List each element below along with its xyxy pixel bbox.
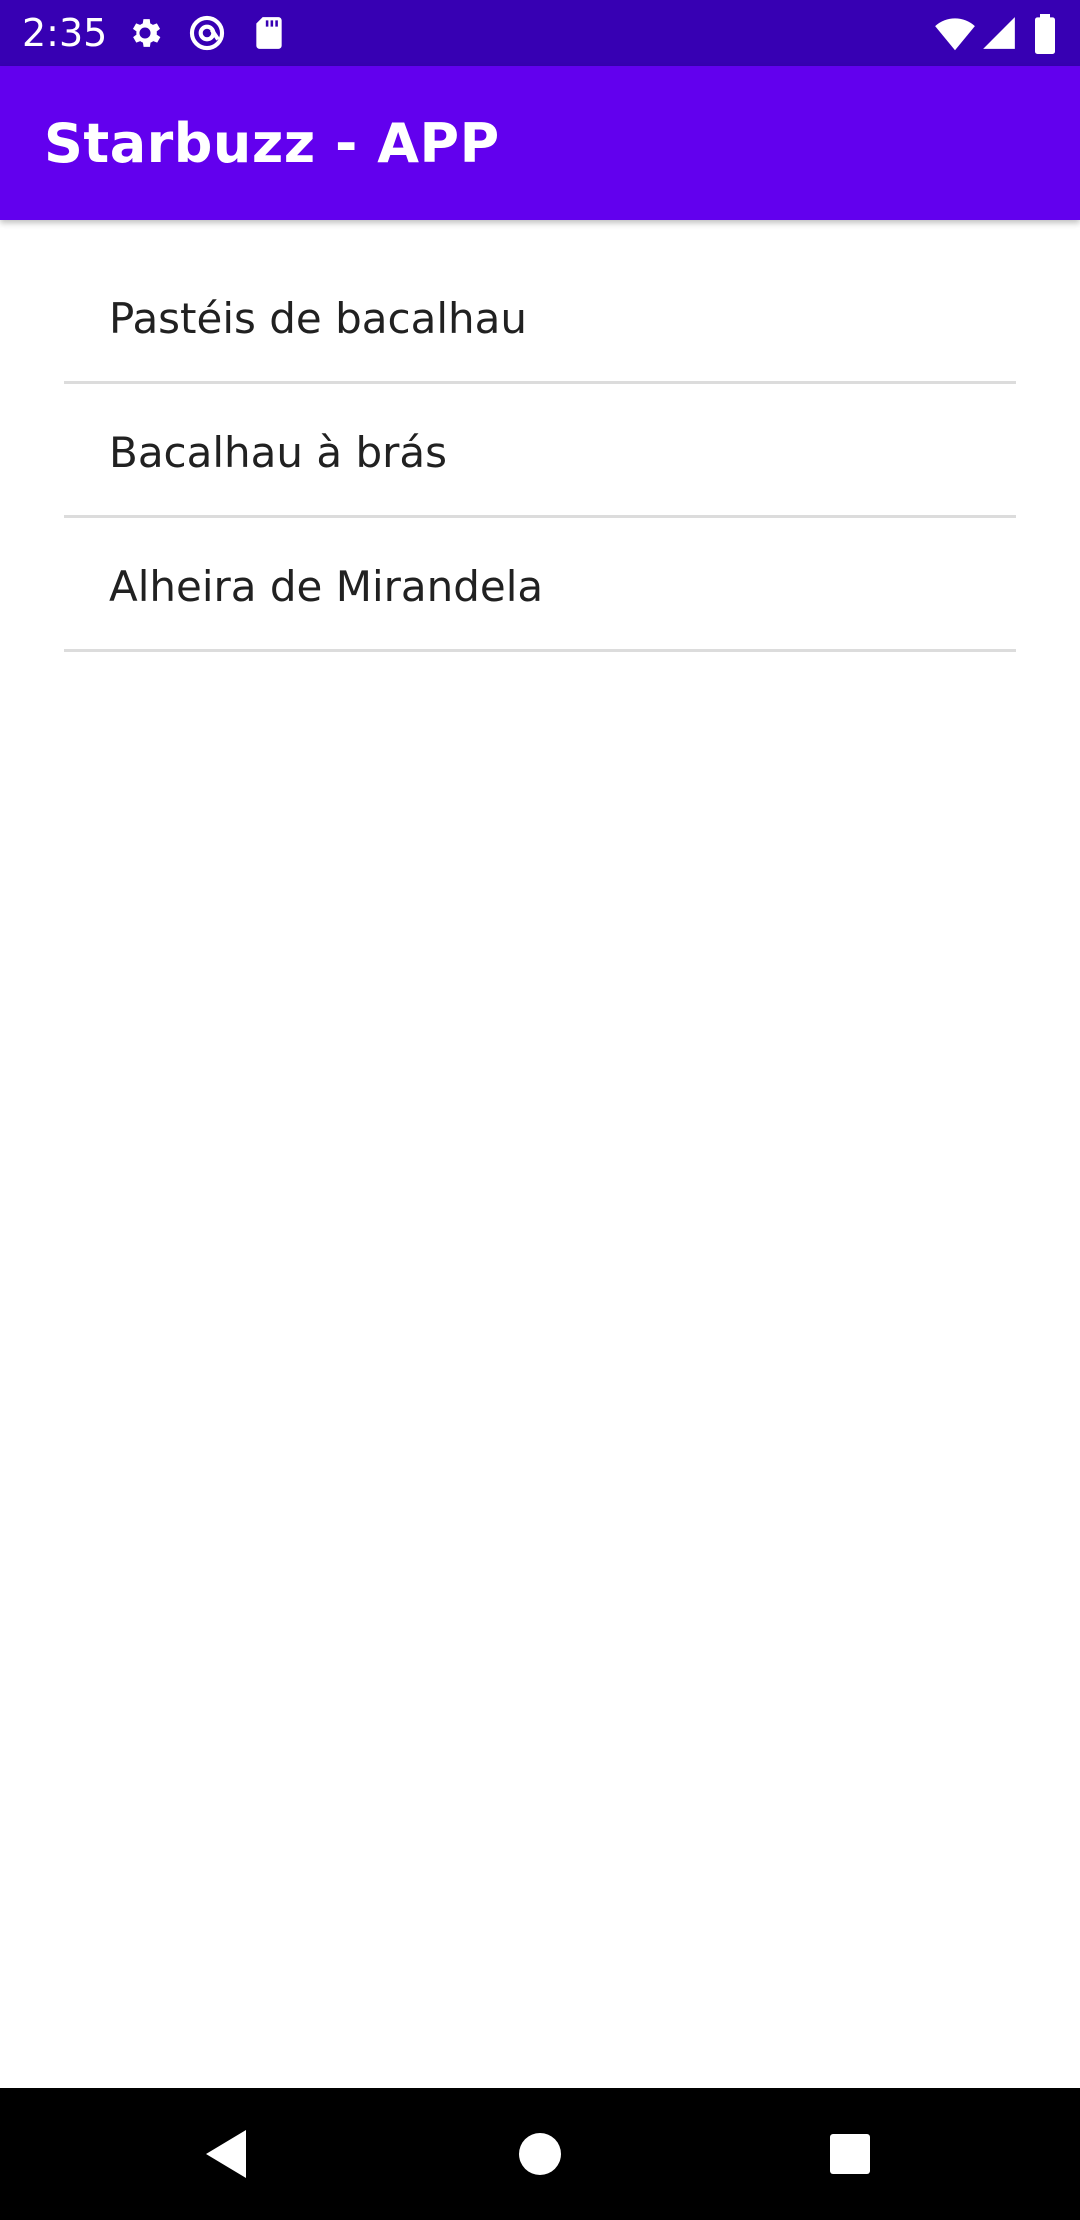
back-icon[interactable]: [186, 2114, 266, 2194]
wifi-icon: [934, 14, 976, 52]
list-item[interactable]: Alheira de Mirandela: [64, 518, 1016, 652]
list-item[interactable]: Bacalhau à brás: [64, 384, 1016, 518]
list-item-label: Bacalhau à brás: [109, 428, 448, 477]
sd-card-icon: [250, 14, 288, 52]
battery-icon: [1030, 14, 1060, 54]
status-bar: 2:35: [0, 0, 1080, 66]
at-sign-icon: [188, 14, 226, 52]
menu-list: Pastéis de bacalhau Bacalhau à brás Alhe…: [64, 250, 1016, 652]
home-icon[interactable]: [500, 2114, 580, 2194]
screen: 2:35 Starbuzz - APP Pastéis de bacalhau …: [0, 0, 1080, 2220]
recents-icon[interactable]: [810, 2114, 890, 2194]
gear-icon: [126, 14, 164, 52]
navigation-bar: [0, 2088, 1080, 2220]
list-item-label: Pastéis de bacalhau: [109, 294, 527, 343]
app-bar: Starbuzz - APP: [0, 66, 1080, 220]
list-item[interactable]: Pastéis de bacalhau: [64, 250, 1016, 384]
signal-icon: [980, 14, 1018, 52]
list-item-label: Alheira de Mirandela: [109, 562, 544, 611]
status-time: 2:35: [22, 11, 108, 55]
app-title: Starbuzz - APP: [44, 112, 500, 175]
